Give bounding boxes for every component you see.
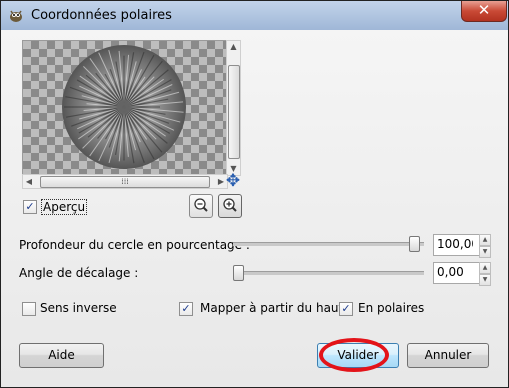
cancel-button[interactable]: Annuler	[407, 343, 489, 368]
preview-vertical-scrollbar[interactable]: ▲ ▼	[226, 40, 241, 176]
inverse-label[interactable]: Sens inverse	[40, 301, 117, 315]
map-top-checkbox[interactable]: ✓	[179, 302, 193, 316]
scroll-left-arrow-icon[interactable]: ◀	[23, 175, 35, 188]
close-button[interactable]: ✕	[461, 1, 507, 22]
zoom-out-button[interactable]	[189, 194, 213, 218]
depth-slider-handle[interactable]	[409, 236, 420, 252]
preview-checkbox-label[interactable]: Aperçu	[41, 199, 88, 215]
angle-spin-arrows[interactable]: ▲ ▼	[479, 262, 491, 286]
title-bar[interactable]: Coordonnées polaires ✕	[1, 1, 508, 30]
spin-up-arrow-icon[interactable]: ▲	[479, 262, 491, 274]
polar-label[interactable]: En polaires	[358, 301, 424, 315]
preview-canvas[interactable]	[22, 40, 227, 175]
vertical-scroll-thumb[interactable]	[228, 65, 240, 159]
angle-slider-track[interactable]	[233, 271, 424, 275]
spin-up-arrow-icon[interactable]: ▲	[479, 234, 491, 246]
spin-down-arrow-icon[interactable]: ▼	[479, 274, 491, 286]
zoom-in-icon	[223, 198, 237, 212]
red-highlight-circle	[319, 338, 389, 372]
window-title: Coordonnées polaires	[31, 8, 172, 23]
preview-checkbox[interactable]: ✓	[23, 200, 37, 214]
depth-input[interactable]	[437, 237, 473, 251]
angle-label: Angle de décalage :	[19, 266, 139, 280]
map-top-label[interactable]: Mapper à partir du haut	[200, 301, 343, 315]
horizontal-scroll-thumb[interactable]: ⁞⁞⁞	[40, 176, 210, 188]
scroll-up-arrow-icon[interactable]: ▲	[227, 41, 240, 53]
zoom-out-icon	[194, 198, 208, 212]
depth-label: Profondeur du cercle en pourcentage :	[19, 238, 250, 252]
angle-slider-handle[interactable]	[233, 265, 244, 281]
zoom-in-button[interactable]	[218, 194, 242, 218]
inverse-checkbox[interactable]	[22, 302, 36, 316]
depth-slider-track[interactable]	[233, 242, 424, 246]
polar-preview-image	[62, 45, 186, 169]
angle-input[interactable]	[437, 265, 473, 279]
spin-down-arrow-icon[interactable]: ▼	[479, 246, 491, 258]
gimp-icon	[10, 10, 22, 22]
move-arrows-icon[interactable]: ✥	[224, 172, 242, 190]
preview-horizontal-scrollbar[interactable]: ◀ ⁞⁞⁞ ▶	[22, 174, 228, 189]
polar-checkbox[interactable]: ✓	[339, 302, 353, 316]
help-button[interactable]: Aide	[19, 343, 104, 368]
depth-spin-arrows[interactable]: ▲ ▼	[479, 234, 491, 258]
